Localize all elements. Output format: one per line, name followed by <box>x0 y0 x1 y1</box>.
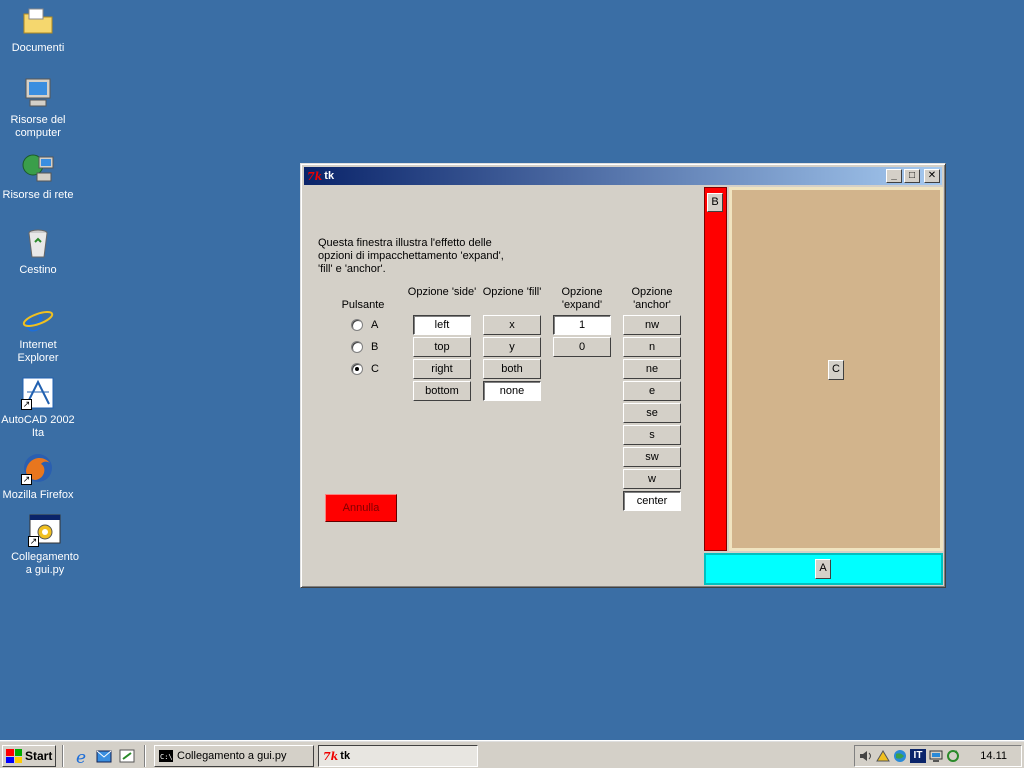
desktop-icon-autocad[interactable]: ↗ AutoCAD 2002 Ita <box>0 376 76 440</box>
radio-a[interactable]: A <box>351 319 378 331</box>
network-tray-icon[interactable] <box>876 749 890 763</box>
desktop-icon-documenti[interactable]: Documenti <box>0 4 76 55</box>
console-icon: C:\ <box>159 750 173 762</box>
outlook-quicklaunch-icon[interactable] <box>95 747 113 765</box>
desktop-icon-cestino[interactable]: Cestino <box>0 226 76 277</box>
desktop-icon-label: Mozilla Firefox <box>2 489 74 501</box>
fill-option-both[interactable]: both <box>483 359 541 379</box>
windows-logo-icon <box>6 749 22 763</box>
radio-b[interactable]: B <box>351 341 378 353</box>
side-option-top[interactable]: top <box>413 337 471 357</box>
task-label: Collegamento a gui.py <box>177 750 287 762</box>
taskbar-task-tk[interactable]: 7k tk <box>318 745 478 767</box>
cancel-button[interactable]: Annulla <box>325 494 397 522</box>
fill-option-none[interactable]: none <box>483 381 541 401</box>
anchor-option-w[interactable]: w <box>623 469 681 489</box>
side-column-header: Opzione 'side' <box>407 286 477 298</box>
anchor-option-n[interactable]: n <box>623 337 681 357</box>
radio-label: C <box>371 363 379 375</box>
globe-tray-icon[interactable] <box>893 749 907 763</box>
desktop-icon-label: Internet Explorer <box>17 339 59 364</box>
desktop-icon-label: AutoCAD 2002 Ita <box>1 414 75 439</box>
start-button[interactable]: Start <box>2 745 56 767</box>
tk-logo-icon: 7k <box>323 749 339 763</box>
network-icon <box>21 151 55 185</box>
python-script-icon: ↗ <box>28 513 62 547</box>
desktop-icon-label: Risorse del computer <box>10 114 66 139</box>
radio-c[interactable]: C <box>351 363 379 375</box>
demo-button-a[interactable]: A <box>815 559 831 579</box>
task-label: tk <box>340 750 351 762</box>
radio-indicator[interactable] <box>351 341 363 353</box>
demo-button-b[interactable]: B <box>707 193 723 212</box>
fill-option-y[interactable]: y <box>483 337 541 357</box>
computer-icon <box>21 76 55 110</box>
anchor-option-s[interactable]: s <box>623 425 681 445</box>
desktop-icon-risorse-computer[interactable]: Risorse del computer <box>0 76 76 140</box>
desktop-icon-label: Collegamento a gui.py <box>11 551 79 576</box>
desktop-icon-gui-py[interactable]: ↗ Collegamento a gui.py <box>7 513 83 577</box>
taskbar: Start e C:\ Collegamento a gui.py 7k tk … <box>0 740 1024 768</box>
anchor-option-sw[interactable]: sw <box>623 447 681 467</box>
volume-icon[interactable] <box>859 749 873 763</box>
expand-column-header: Opzione 'expand' <box>561 286 603 311</box>
fill-option-x[interactable]: x <box>483 315 541 335</box>
button-column-header: Pulsante <box>341 299 385 311</box>
desktop-icon-risorse-rete[interactable]: Risorse di rete <box>0 151 76 202</box>
refresh-tray-icon[interactable] <box>946 749 960 763</box>
language-indicator[interactable]: IT <box>910 749 926 763</box>
anchor-column-header: Opzione 'anchor' <box>631 286 673 311</box>
shortcut-arrow-icon: ↗ <box>21 399 32 410</box>
anchor-option-nw[interactable]: nw <box>623 315 681 335</box>
radio-indicator[interactable] <box>351 319 363 331</box>
taskbar-separator <box>62 745 64 767</box>
firefox-icon: ↗ <box>21 451 55 485</box>
fill-column-header: Opzione 'fill' <box>482 286 542 298</box>
tk-window: 7k tk _ □ ✕ Questa finestra illustra l'e… <box>300 163 946 588</box>
radio-indicator[interactable] <box>351 363 363 375</box>
demo-button-c[interactable]: C <box>828 360 844 380</box>
start-label: Start <box>25 749 53 763</box>
svg-text:e: e <box>76 748 86 765</box>
anchor-option-ne[interactable]: ne <box>623 359 681 379</box>
anchor-option-se[interactable]: se <box>623 403 681 423</box>
recycle-bin-icon <box>21 226 55 260</box>
radio-label: A <box>371 319 379 331</box>
desktop-icon-label: Cestino <box>19 264 57 276</box>
side-option-right[interactable]: right <box>413 359 471 379</box>
desktop-icon-label: Risorse di rete <box>2 189 74 201</box>
expand-option-0[interactable]: 0 <box>553 337 611 357</box>
shortcut-arrow-icon: ↗ <box>28 536 39 547</box>
side-option-left[interactable]: left <box>413 315 471 335</box>
radio-label: B <box>371 341 379 353</box>
monitor-tray-icon[interactable] <box>929 749 943 763</box>
ie-quicklaunch-icon[interactable]: e <box>74 747 92 765</box>
anchor-option-e[interactable]: e <box>623 381 681 401</box>
description-text: Questa finestra illustra l'effetto delle… <box>318 237 504 275</box>
taskbar-task-gui-py[interactable]: C:\ Collegamento a gui.py <box>154 745 314 767</box>
clock[interactable]: 14.11 <box>980 750 1007 762</box>
taskbar-separator <box>144 745 146 767</box>
desktop-icon-firefox[interactable]: ↗ Mozilla Firefox <box>0 451 76 502</box>
anchor-option-center[interactable]: center <box>623 491 681 511</box>
side-option-bottom[interactable]: bottom <box>413 381 471 401</box>
frame-red <box>704 187 727 551</box>
folder-icon <box>21 4 55 38</box>
internet-explorer-icon: e <box>21 301 55 335</box>
show-desktop-icon[interactable] <box>118 747 136 765</box>
desktop-icon-label: Documenti <box>11 42 65 54</box>
shortcut-arrow-icon: ↗ <box>21 474 32 485</box>
autocad-icon: ↗ <box>21 376 55 410</box>
svg-text:C:\: C:\ <box>160 753 173 761</box>
expand-option-1[interactable]: 1 <box>553 315 611 335</box>
desktop-icon-internet-explorer[interactable]: e Internet Explorer <box>0 301 76 365</box>
system-tray: IT 14.11 <box>854 745 1022 767</box>
